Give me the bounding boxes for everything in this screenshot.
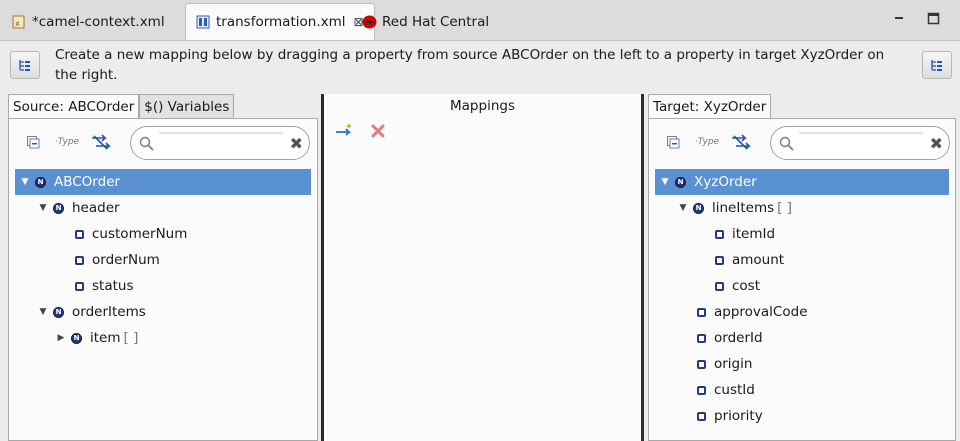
node-icon: N <box>53 202 64 214</box>
search-input[interactable] <box>159 132 283 154</box>
delete-mapping-icon[interactable] <box>370 123 386 143</box>
property-icon <box>697 307 706 317</box>
property-icon <box>75 255 84 265</box>
search-icon <box>779 136 794 155</box>
tree-row[interactable]: approvalCode <box>655 299 949 325</box>
source-layout-button[interactable] <box>10 51 40 79</box>
tree-layout-icon <box>19 60 30 71</box>
tab-transformation[interactable]: transformation.xml ⊠ <box>185 3 375 40</box>
tab-label: Red Hat Central <box>382 13 490 30</box>
property-icon <box>715 229 724 239</box>
expand-toggle-icon[interactable]: ▼ <box>37 203 49 213</box>
tree-row[interactable]: ▼ N ABCOrder <box>15 169 311 195</box>
transformation-file-icon <box>196 15 210 29</box>
tree-row[interactable]: ▶ Nitem[ ] <box>15 325 311 351</box>
tree-row[interactable]: ▼ Nheader <box>15 195 311 221</box>
maximize-icon[interactable] <box>927 12 941 26</box>
instruction-text: Create a new mapping below by dragging a… <box>55 47 885 83</box>
minimize-icon[interactable] <box>893 12 907 26</box>
expand-toggle-icon[interactable]: ▼ <box>659 177 671 187</box>
tree-row[interactable]: ▼ NlineItems[ ] <box>655 195 949 221</box>
expand-toggle-icon[interactable]: ▼ <box>19 177 31 187</box>
target-layout-button[interactable] <box>922 51 952 79</box>
target-tree: ▼ N XyzOrder ▼ NlineItems[ ] itemId amount … <box>655 169 949 429</box>
tree-row[interactable]: orderNum <box>15 247 311 273</box>
tree-row[interactable]: ▼ NorderItems <box>15 299 311 325</box>
collapse-all-icon[interactable] <box>663 132 683 152</box>
redhat-icon <box>362 15 377 29</box>
clear-search-icon[interactable]: ✖ <box>290 134 303 153</box>
node-icon: N <box>71 332 82 344</box>
editor-tab-bar: x *camel-context.xml transformation.xml … <box>0 0 960 41</box>
tree-row[interactable]: custId <box>655 377 949 403</box>
tree-row[interactable]: priority <box>655 403 949 429</box>
target-search-box[interactable]: ✖ <box>770 126 950 160</box>
tree-row[interactable]: ▼ N XyzOrder <box>655 169 949 195</box>
show-type-icon[interactable]: ·Type <box>695 132 719 152</box>
search-icon <box>139 136 154 155</box>
property-icon <box>715 255 724 265</box>
node-icon: N <box>675 176 686 188</box>
mappings-panel: Mappings <box>321 94 644 441</box>
tree-row[interactable]: status <box>15 273 311 299</box>
tree-row[interactable]: customerNum <box>15 221 311 247</box>
show-type-icon[interactable]: ·Type <box>55 132 79 152</box>
property-icon <box>75 281 84 291</box>
expand-toggle-icon[interactable]: ▼ <box>677 203 689 213</box>
tree-row[interactable]: itemId <box>655 221 949 247</box>
tree-layout-icon <box>931 60 942 71</box>
expand-toggle-icon[interactable]: ▶ <box>55 333 67 343</box>
add-mapping-icon[interactable] <box>334 122 356 144</box>
tab-camel-context[interactable]: x *camel-context.xml <box>2 4 175 39</box>
tab-target[interactable]: Target: XyzOrder <box>648 94 772 118</box>
property-icon <box>715 281 724 291</box>
clear-search-icon[interactable]: ✖ <box>930 134 943 153</box>
source-search-box[interactable]: ✖ <box>130 126 310 160</box>
search-input[interactable] <box>799 132 923 154</box>
instruction-bar: Create a new mapping below by dragging a… <box>0 41 960 93</box>
property-icon <box>697 333 706 343</box>
tab-label: *camel-context.xml <box>32 13 165 30</box>
tree-row[interactable]: orderId <box>655 325 949 351</box>
property-icon <box>697 411 706 421</box>
svg-text:x: x <box>15 19 20 28</box>
tree-row[interactable]: origin <box>655 351 949 377</box>
node-icon: N <box>35 176 46 188</box>
node-icon: N <box>53 306 64 318</box>
property-icon <box>75 229 84 239</box>
source-panel: Source: ABCOrder $() Variables ·Type ✖ ▼… <box>8 94 318 441</box>
xml-file-icon: x <box>12 15 26 29</box>
tab-label: transformation.xml <box>216 14 346 30</box>
tab-red-hat-central[interactable]: Red Hat Central <box>352 4 499 39</box>
mappings-title: Mappings <box>450 98 515 114</box>
property-icon <box>697 385 706 395</box>
filter-mapped-icon[interactable] <box>731 132 751 152</box>
tab-variables[interactable]: $() Variables <box>139 94 235 118</box>
property-icon <box>697 359 706 369</box>
filter-mapped-icon[interactable] <box>91 132 111 152</box>
target-panel: Target: XyzOrder ·Type ✖ ▼ N XyzOrder ▼ Nli… <box>648 94 956 441</box>
tab-source[interactable]: Source: ABCOrder <box>8 94 140 118</box>
node-icon: N <box>693 202 704 214</box>
tree-row[interactable]: amount <box>655 247 949 273</box>
expand-toggle-icon[interactable]: ▼ <box>37 307 49 317</box>
collapse-all-icon[interactable] <box>23 132 43 152</box>
tree-row[interactable]: cost <box>655 273 949 299</box>
source-tree: ▼ N ABCOrder ▼ Nheader customerNum orderNum… <box>15 169 311 351</box>
